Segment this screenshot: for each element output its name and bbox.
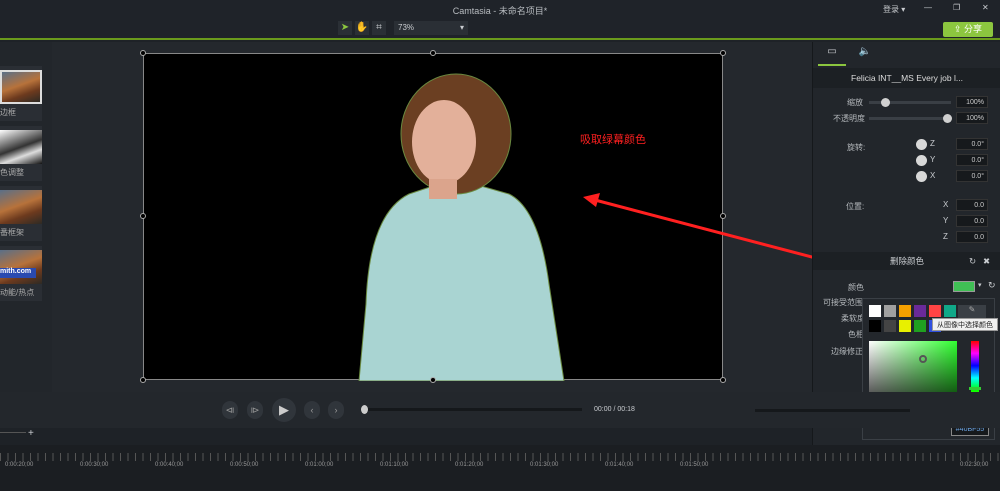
axis-label: Y [930, 155, 936, 164]
step-back-button[interactable]: ⧏ [222, 401, 238, 419]
color-swatch[interactable] [944, 305, 956, 317]
opacity-input[interactable]: 100% [956, 112, 988, 124]
reset-icon[interactable]: ↻ [988, 280, 996, 291]
slider-knob[interactable] [881, 98, 890, 107]
position-y-input[interactable]: 0.0 [956, 215, 988, 227]
axis-label: Y [943, 216, 949, 225]
tolerance-label: 可接受范围 [823, 298, 863, 307]
scale-input[interactable]: 100% [956, 96, 988, 108]
color-swatch[interactable] [899, 320, 911, 332]
rotation-label: 旋转: [847, 143, 866, 152]
color-swatch[interactable] [899, 305, 911, 317]
clip-name: Felicia INT__MS Every job l... [813, 68, 1000, 88]
timeline-tick-label: 0:01:10;00 [380, 462, 409, 468]
remove-color-title: 删除颜色 [889, 256, 924, 266]
position-label: 位置: [846, 202, 865, 211]
axis-label: X [943, 200, 949, 209]
next-button[interactable]: › [328, 401, 344, 419]
close-icon[interactable]: ✖ [983, 252, 990, 270]
timeline-tick-label: 0:01:50;00 [680, 462, 709, 468]
rotation-dial[interactable] [916, 171, 927, 182]
slider-knob[interactable] [943, 114, 952, 123]
scale-slider[interactable] [869, 98, 951, 107]
opacity-label: 不透明度 [833, 114, 865, 123]
step-forward-button[interactable]: ⧐ [247, 401, 263, 419]
timeline-tick-label: 0:01:00;00 [305, 462, 334, 468]
color-swatch[interactable] [884, 320, 896, 332]
time-display: 00:00 / 00:18 [594, 406, 635, 413]
color-swatch[interactable] [914, 305, 926, 317]
timeline-tick-label: 0:00:40;00 [155, 462, 184, 468]
rotation-dial[interactable] [916, 139, 927, 150]
timeline-tick-label: 0:00:20;00 [5, 462, 34, 468]
hue-knob[interactable] [969, 387, 981, 390]
timeline-ruler[interactable] [0, 445, 1000, 491]
timeline-tick-label: 0:00:30;00 [80, 462, 109, 468]
position-z-input[interactable]: 0.0 [956, 231, 988, 243]
timeline-tick-label: 0:01:20;00 [455, 462, 484, 468]
rotation-x-input[interactable]: 0.0° [956, 170, 988, 182]
axis-label: Z [930, 139, 935, 148]
timeline-tick-label: 0:01:40;00 [605, 462, 634, 468]
playhead[interactable] [361, 405, 368, 414]
color-swatch[interactable] [914, 320, 926, 332]
chevron-down-icon[interactable]: ▾ [978, 281, 982, 289]
eyedropper-tooltip: 从图像中选择颜色 [932, 318, 998, 331]
overlay-track [755, 409, 910, 412]
playback-bar: 00:00 / 00:18 [0, 392, 1000, 428]
rotation-dial[interactable] [916, 155, 927, 166]
defringe-label: 边缘修正 [831, 347, 863, 356]
timeline-zoom-slider[interactable] [0, 432, 26, 433]
color-label: 颜色 [848, 283, 864, 292]
rotation-y-input[interactable]: 0.0° [956, 154, 988, 166]
scrubber-track[interactable] [361, 405, 582, 414]
color-swatch[interactable] [869, 305, 881, 317]
axis-label: Z [943, 232, 948, 241]
rotation-z-input[interactable]: 0.0° [956, 138, 988, 150]
visual-properties-tab[interactable]: ▭ [818, 46, 846, 66]
timeline-tick-label: 0:01:30;00 [530, 462, 559, 468]
timeline-tick-label: 0:00:50;00 [230, 462, 259, 468]
color-swatch-button[interactable] [953, 281, 975, 292]
position-x-input[interactable]: 0.0 [956, 199, 988, 211]
ruler-ticks [0, 453, 1000, 461]
audio-properties-tab[interactable]: 🔈 [851, 46, 879, 66]
scale-label: 缩放 [847, 98, 863, 107]
opacity-slider[interactable] [869, 114, 952, 123]
color-swatch[interactable] [869, 320, 881, 332]
previous-button[interactable]: ‹ [304, 401, 320, 419]
axis-label: X [930, 171, 936, 180]
reset-icon[interactable]: ↻ [969, 252, 976, 270]
color-swatch[interactable] [884, 305, 896, 317]
timeline-tick-label: 0:02:30;00 [960, 462, 989, 468]
picker-cursor[interactable] [919, 355, 927, 363]
add-track-button[interactable]: + [28, 428, 34, 439]
color-swatch[interactable] [929, 305, 941, 317]
play-button[interactable]: ▶ [272, 398, 296, 422]
remove-color-header: 删除颜色 ↻ ✖ [813, 252, 1000, 270]
